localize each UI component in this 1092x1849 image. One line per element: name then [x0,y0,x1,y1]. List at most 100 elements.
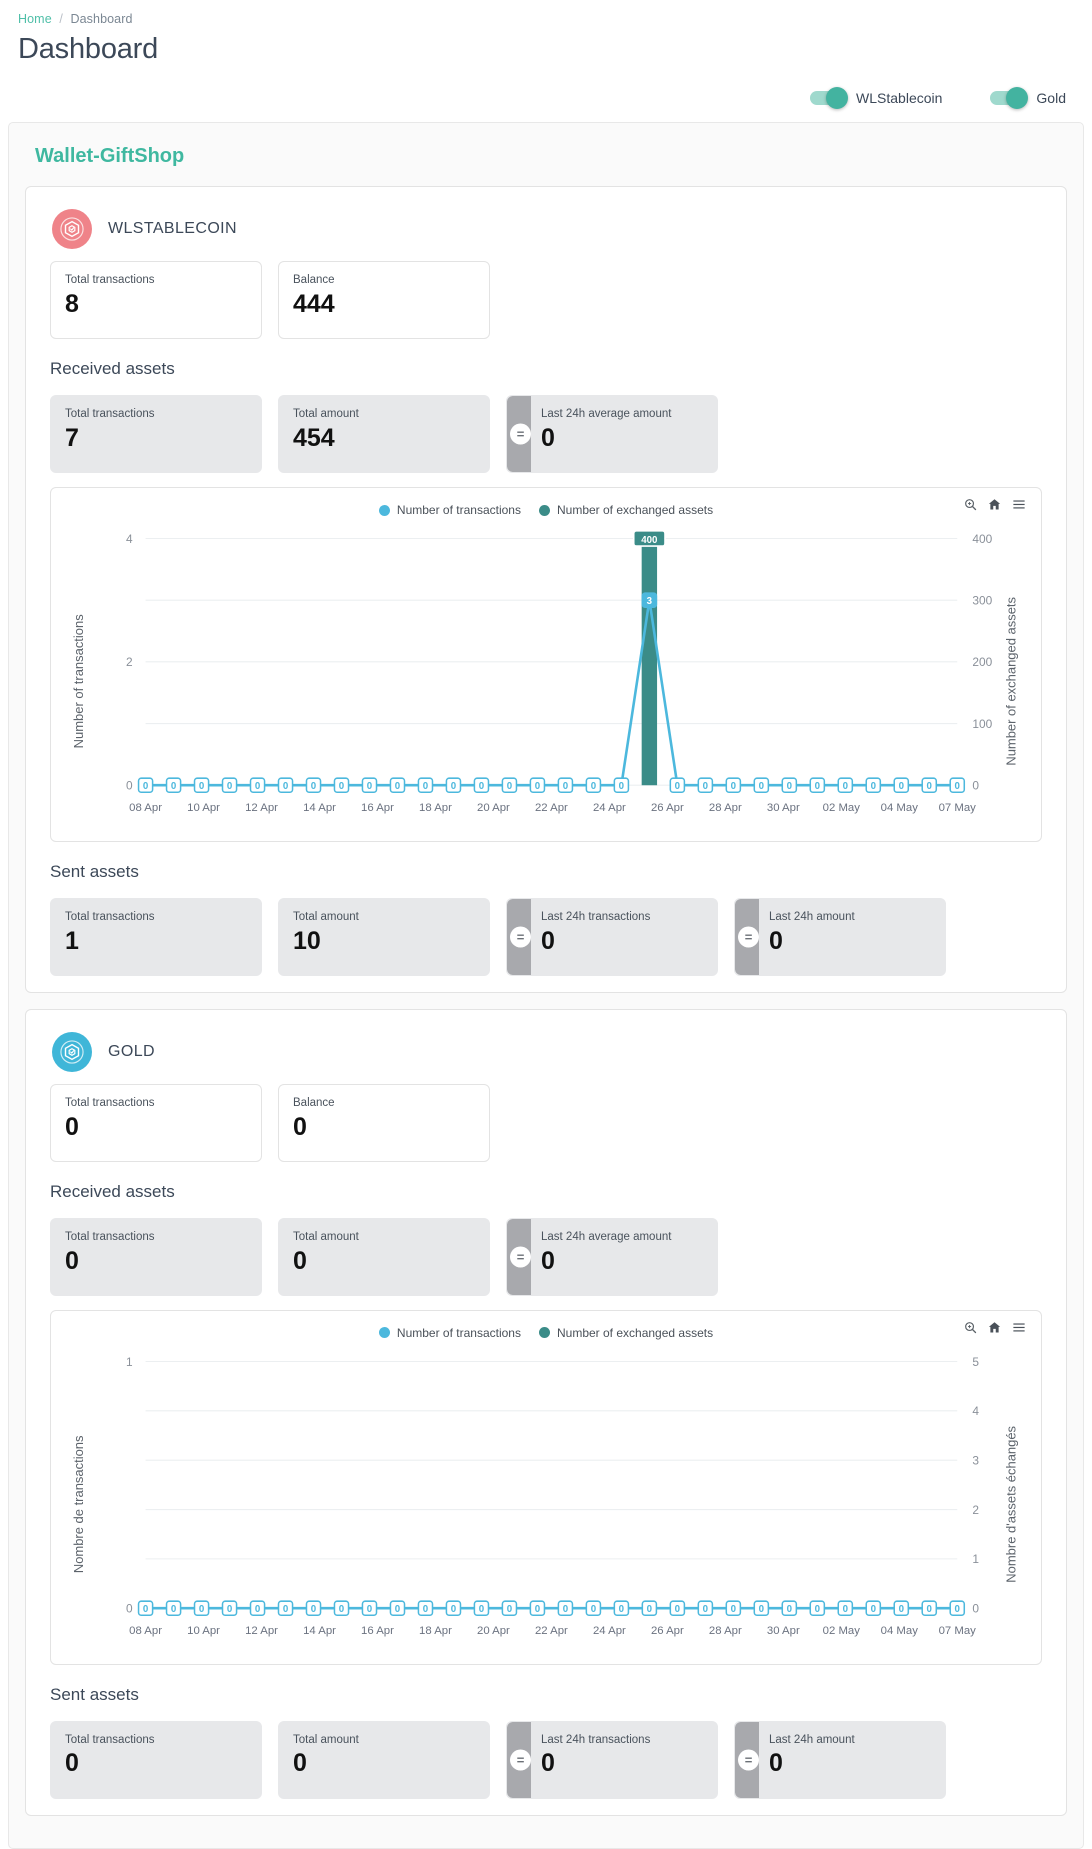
svg-text:0: 0 [227,1604,232,1615]
stat-label: Last 24h transactions [541,910,651,923]
dashboard-page: Home / Dashboard Dashboard WLStablecoin … [0,0,1092,1849]
svg-text:0: 0 [675,1604,680,1615]
legend-item-transactions[interactable]: Number of transactions [378,1326,521,1340]
svg-text:24 Apr: 24 Apr [593,802,626,814]
chart-y2-axis-title: Number of exchanged assets [1004,596,1019,765]
svg-text:0: 0 [255,781,260,792]
svg-text:0: 0 [759,1604,764,1615]
svg-text:0: 0 [199,1604,204,1615]
legend-item-exchanged-assets[interactable]: Number of exchanged assets [538,503,714,517]
toggle-switch-wlstablecoin[interactable] [810,87,849,109]
svg-text:0: 0 [255,1604,260,1615]
wallet-panel-title: Wallet-GiftShop [35,145,185,167]
breadcrumb-separator: / [59,12,63,26]
home-icon[interactable] [987,1320,1002,1335]
svg-text:0: 0 [731,781,736,792]
stat-card-sent-total-amount: Total amount 10 [278,897,490,976]
hamburger-menu-icon[interactable] [1011,497,1027,512]
svg-text:0: 0 [479,781,484,792]
chart-y-axis-title: Number of transactions [71,614,86,749]
stat-card-sent-last24h-transactions: = Last 24h transactions 0 [506,897,718,976]
asset-card-wlstablecoin: WLSTABLECOIN Total transactions 8 Balanc… [25,186,1067,993]
stat-card-sent-last24h-transactions: = Last 24h transactions 0 [506,1720,718,1799]
svg-text:3: 3 [972,1453,979,1467]
svg-text:26 Apr: 26 Apr [651,802,684,814]
svg-text:0: 0 [451,781,456,792]
chart-toolbar [963,497,1027,512]
home-icon[interactable] [987,497,1002,512]
asset-card-gold: GOLD Total transactions 0 Balance 0 Rece… [25,1008,1067,1816]
legend-color-dot [538,504,550,516]
received-stats-gold: Total transactions 0 Total amount 0 = La… [38,1212,1054,1296]
magnifier-icon[interactable] [963,1320,978,1335]
toggle-gold[interactable]: Gold [990,87,1066,109]
svg-text:0: 0 [479,1604,484,1615]
svg-text:0: 0 [367,1604,372,1615]
toggle-label-wlstablecoin: WLStablecoin [856,90,943,106]
stat-card-received-total-transactions: Total transactions 7 [50,395,262,473]
hamburger-menu-icon[interactable] [1011,1320,1027,1335]
legend-item-exchanged-assets[interactable]: Number of exchanged assets [538,1326,713,1340]
chart-y-axis-title: Nombre de transactions [71,1435,86,1573]
stat-label: Total amount [293,1230,359,1243]
chart-gridlines [145,537,958,786]
svg-text:0: 0 [871,1604,876,1615]
svg-text:0: 0 [972,1601,979,1615]
svg-text:02 May: 02 May [823,1625,861,1637]
stat-label: Last 24h amount [769,1733,855,1746]
svg-text:0: 0 [367,781,372,792]
stat-card-balance: Balance 444 [278,261,490,339]
stat-value: 0 [65,1246,79,1275]
svg-text:28 Apr: 28 Apr [709,802,742,814]
stat-label: Total transactions [65,910,155,923]
svg-text:18 Apr: 18 Apr [419,1625,452,1637]
stat-label: Total transactions [65,274,155,286]
chart-plot-area-gold[interactable]: 01 012345 Nombre de transactions Nombre … [59,1342,1033,1656]
svg-text:22 Apr: 22 Apr [535,802,568,814]
breadcrumb-home-link[interactable]: Home [18,12,52,26]
legend-color-dot [378,1327,390,1339]
svg-text:0: 0 [563,1604,568,1615]
svg-text:0: 0 [972,779,979,793]
svg-text:0: 0 [126,1601,133,1615]
svg-text:0: 0 [871,781,876,792]
stat-value: 0 [293,1749,307,1778]
svg-text:0: 0 [591,781,596,792]
svg-text:2: 2 [972,1503,979,1517]
svg-text:0: 0 [675,781,680,792]
svg-text:0: 0 [927,781,932,792]
chart-y-axis-ticks: 0 2 4 [126,532,133,793]
stat-label: Balance [293,1096,335,1109]
svg-text:0: 0 [843,1604,848,1615]
wallet-panel: Wallet-GiftShop WLSTABLECOIN Total trans… [8,122,1084,1849]
svg-text:0: 0 [395,781,400,792]
svg-text:0: 0 [731,1604,736,1615]
svg-text:4: 4 [126,532,133,546]
magnifier-icon[interactable] [963,497,978,512]
svg-text:02 May: 02 May [823,802,861,814]
legend-label: Number of exchanged assets [556,503,714,517]
chart-plot-area-wlstablecoin[interactable]: 024 0 100 200 300 400 Number of transactions… [59,519,1033,833]
toggle-switch-gold[interactable] [990,87,1029,109]
equals-trend-icon: = [738,1749,759,1771]
svg-text:0: 0 [899,781,904,792]
svg-text:4: 4 [972,1404,979,1418]
svg-text:0: 0 [619,781,624,792]
asset-header: GOLD [38,1024,1054,1078]
legend-color-dot [378,504,390,516]
svg-text:0: 0 [507,1604,512,1615]
stat-value: 0 [65,1749,79,1778]
stat-value: 0 [293,1246,307,1275]
toggle-wlstablecoin[interactable]: WLStablecoin [810,87,943,109]
stat-value: 0 [541,423,555,452]
page-header: Home / Dashboard Dashboard [0,0,1092,66]
legend-item-transactions[interactable]: Number of transactions [378,503,521,517]
svg-text:300: 300 [972,593,992,607]
svg-text:0: 0 [815,781,820,792]
stat-label: Last 24h average amount [541,408,672,420]
stat-card-sent-last24h-amount: = Last 24h amount 0 [734,897,946,976]
stat-card-received-last24h-average: = Last 24h average amount 0 [506,395,718,473]
stat-label: Last 24h average amount [541,1230,672,1243]
received-stats-wlstablecoin: Total transactions 7 Total amount 454 = … [38,389,1054,473]
svg-text:1: 1 [972,1552,979,1566]
